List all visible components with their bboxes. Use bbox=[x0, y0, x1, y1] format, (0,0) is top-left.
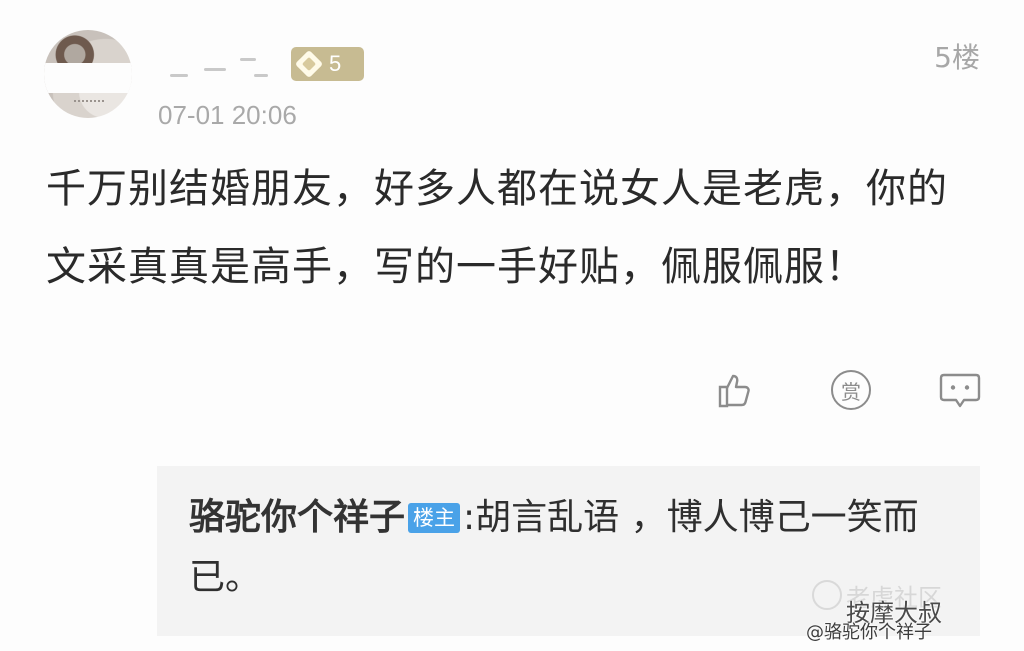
avatar-redaction bbox=[44, 63, 132, 93]
comment-icon bbox=[939, 373, 981, 408]
owner-badge: 楼主 bbox=[408, 503, 461, 533]
like-button[interactable] bbox=[712, 368, 756, 412]
watermark: 老虎社区 按摩大叔 @骆驼你个祥子 bbox=[806, 578, 1006, 643]
post-actions: 赏 bbox=[0, 368, 1024, 412]
diamond-icon bbox=[294, 49, 324, 79]
post-content: 千万别结婚朋友，好多人都在说女人是老虎，你的文采真真是高手，写的一手好贴，佩服佩… bbox=[46, 166, 948, 290]
comment-button[interactable] bbox=[938, 368, 982, 412]
watermark-line3: @骆驼你个祥子 bbox=[806, 622, 932, 643]
floor-number: 5楼 bbox=[934, 41, 980, 74]
user-avatar[interactable] bbox=[44, 30, 132, 118]
level-badge: 5 bbox=[291, 47, 364, 81]
reward-label: 赏 bbox=[841, 379, 861, 404]
watermark-logo-icon bbox=[812, 580, 842, 610]
reward-button[interactable]: 赏 bbox=[829, 368, 873, 412]
thumbs-up-icon bbox=[718, 374, 750, 408]
reply-author[interactable]: 骆驼你个祥子 bbox=[189, 497, 405, 538]
post-timestamp: 07-01 20:06 bbox=[158, 100, 297, 130]
username-redacted bbox=[156, 44, 276, 84]
avatar-scribble bbox=[74, 100, 104, 112]
level-number: 5 bbox=[329, 51, 342, 76]
reward-icon: 赏 bbox=[831, 370, 871, 410]
